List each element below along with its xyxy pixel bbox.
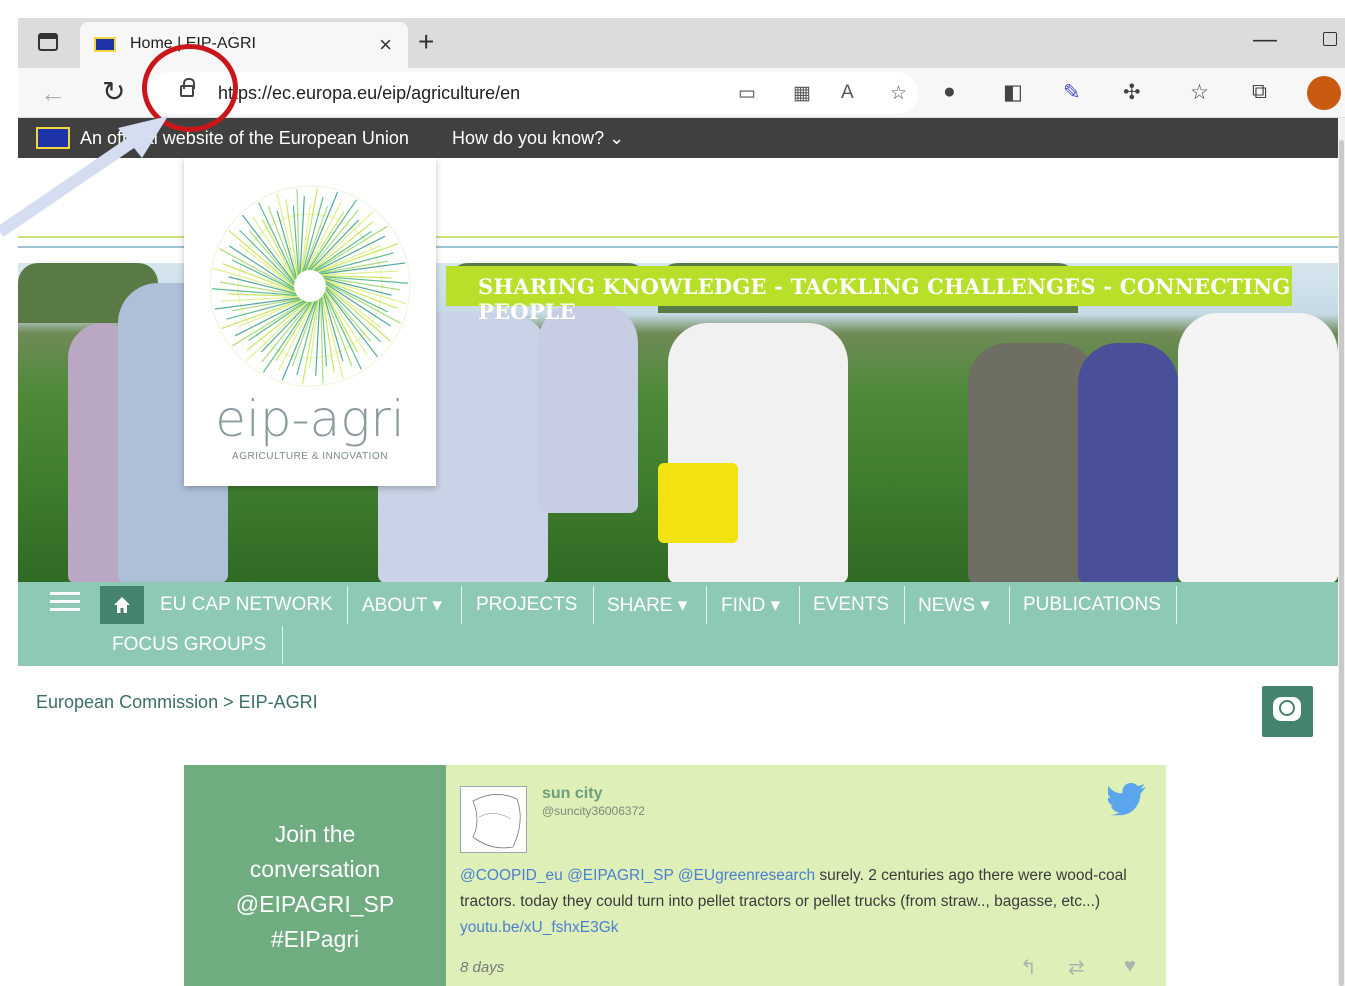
logo-subtitle: AGRICULTURE & INNOVATION: [232, 451, 388, 462]
home-icon: [114, 597, 130, 613]
tweet-avatar[interactable]: [460, 786, 527, 853]
globe-icon: [1279, 700, 1295, 716]
add-favorite-icon[interactable]: ☆: [890, 82, 907, 105]
read-aloud-icon[interactable]: A: [841, 82, 854, 104]
nav-separator: [1176, 586, 1177, 624]
breadcrumb[interactable]: European Commission > EIP-AGRI: [36, 692, 318, 713]
avatar-sketch-icon: [472, 794, 521, 849]
extensions-puzzle-icon[interactable]: ✣: [1123, 80, 1141, 105]
logo-ray: [305, 201, 342, 271]
retweet-icon[interactable]: ⇄: [1068, 955, 1085, 980]
tweet-mention[interactable]: @EUgreenresearch: [678, 867, 815, 884]
tweet-timestamp[interactable]: 8 days: [460, 959, 504, 976]
apps-icon[interactable]: ▦: [793, 82, 811, 105]
extension-game-icon[interactable]: ◧: [1003, 80, 1023, 105]
reply-icon[interactable]: ↰: [1020, 955, 1037, 980]
nav-events[interactable]: EVENTS: [813, 594, 889, 616]
join-line[interactable]: @EIPAGRI_SP: [184, 887, 446, 922]
favorites-icon[interactable]: ☆: [1190, 80, 1209, 105]
extension-shield-icon[interactable]: ●: [943, 80, 956, 104]
nav-eu-cap-network[interactable]: EU CAP NETWORK: [160, 594, 333, 616]
url-text[interactable]: https://ec.europa.eu/eip/agriculture/en: [218, 83, 520, 104]
nav-separator: [347, 586, 348, 624]
hamburger-menu-icon[interactable]: [50, 592, 80, 612]
extension-feather-icon[interactable]: ✎: [1063, 80, 1081, 105]
twitter-bird-icon[interactable]: [1108, 783, 1148, 817]
person-shape: [538, 303, 638, 513]
nav-separator: [461, 586, 462, 624]
yellow-bag-shape: [658, 463, 738, 543]
join-line[interactable]: #EIPagri: [184, 922, 446, 957]
join-conversation-text: Join the conversation @EIPAGRI_SP #EIPag…: [184, 817, 446, 957]
tweet-mention[interactable]: @EIPAGRI_SP: [567, 867, 673, 884]
annotation-arrow-icon: [0, 116, 168, 237]
tweet-card: sun city @suncity36006372 @COOPID_eu @EI…: [446, 765, 1166, 986]
address-bar[interactable]: https://ec.europa.eu/eip/agriculture/en …: [148, 72, 918, 114]
window-minimize-button[interactable]: —: [1253, 26, 1277, 54]
profile-avatar[interactable]: [1307, 76, 1341, 110]
nav-separator: [593, 586, 594, 624]
nav-separator: [706, 586, 707, 624]
tweet-author-handle[interactable]: @suncity36006372: [542, 804, 645, 818]
logo-ray: [317, 243, 399, 273]
page-scrollbar-thumb[interactable]: [1339, 140, 1344, 986]
main-navigation: EU CAP NETWORK ABOUT ▾ PROJECTS SHARE ▾ …: [18, 582, 1338, 666]
how-do-you-know-link[interactable]: How do you know? ⌄: [452, 128, 624, 149]
tweet-text: @COOPID_eu @EIPAGRI_SP @EUgreenresearch …: [460, 863, 1150, 941]
logo-ray: [278, 301, 315, 371]
nav-publications[interactable]: PUBLICATIONS: [1023, 594, 1161, 616]
language-chat-button[interactable]: [1262, 686, 1313, 737]
join-line: Join the: [274, 821, 356, 847]
new-tab-button[interactable]: +: [418, 26, 434, 58]
nav-separator: [282, 626, 283, 664]
nav-news[interactable]: NEWS ▾: [918, 594, 990, 617]
nav-focus-groups[interactable]: FOCUS GROUPS: [112, 634, 266, 656]
hero-tagline: SHARING KNOWLEDGE - TACKLING CHALLENGES …: [446, 266, 1292, 324]
join-line: conversation: [249, 856, 381, 882]
tweet-author-name[interactable]: sun city: [542, 785, 602, 803]
join-conversation-box: Join the conversation @EIPAGRI_SP #EIPag…: [184, 765, 446, 986]
logo-ray: [221, 299, 303, 329]
tweet-mention[interactable]: @COOPID_eu: [460, 867, 563, 884]
like-icon[interactable]: ♥: [1124, 955, 1136, 978]
window-maximize-button[interactable]: [1323, 32, 1337, 46]
nav-share[interactable]: SHARE ▾: [607, 594, 687, 617]
nav-separator: [1009, 586, 1010, 624]
nav-projects[interactable]: PROJECTS: [476, 594, 577, 616]
nav-separator: [799, 586, 800, 624]
home-button[interactable]: [100, 586, 144, 624]
person-shape: [1078, 343, 1178, 582]
tweet-link[interactable]: youtu.be/xU_fshxE3Gk: [460, 919, 619, 936]
nav-find[interactable]: FIND ▾: [721, 594, 780, 617]
reading-view-icon[interactable]: ▭: [738, 82, 756, 105]
collections-icon[interactable]: ⧉: [1252, 80, 1267, 104]
logo-wordmark: eip-agri: [215, 390, 405, 448]
person-shape: [1178, 313, 1338, 582]
tab-close-icon[interactable]: ×: [379, 32, 392, 58]
nav-about[interactable]: ABOUT ▾: [362, 594, 442, 617]
nav-separator: [904, 586, 905, 624]
person-shape: [668, 323, 848, 582]
